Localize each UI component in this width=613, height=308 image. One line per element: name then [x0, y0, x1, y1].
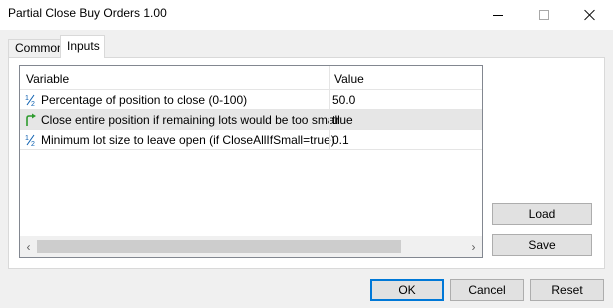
fraction-half-icon: 1 2: [24, 132, 38, 148]
column-divider[interactable]: [329, 66, 330, 90]
reset-button[interactable]: Reset: [530, 279, 604, 301]
load-button[interactable]: Load: [492, 203, 592, 225]
window-title: Partial Close Buy Orders 1.00: [8, 6, 167, 20]
tab-common[interactable]: Common: [8, 39, 64, 57]
row-variable-name: Close entire position if remaining lots …: [41, 113, 340, 127]
row-divider: [329, 90, 330, 110]
row-value[interactable]: 0.1: [332, 133, 349, 147]
svg-text:1: 1: [25, 95, 29, 102]
inputs-grid: Variable Value 1 2 Percentage of positio…: [19, 65, 483, 258]
tab-inputs[interactable]: Inputs: [60, 35, 105, 58]
table-row[interactable]: Close entire position if remaining lots …: [20, 110, 482, 130]
minimize-icon: [493, 14, 503, 16]
svg-text:2: 2: [31, 101, 35, 107]
close-icon: [584, 9, 596, 21]
row-divider: [329, 130, 330, 150]
column-header-value[interactable]: Value: [334, 72, 364, 86]
title-bar: Partial Close Buy Orders 1.00: [0, 0, 613, 30]
save-button[interactable]: Save: [492, 234, 592, 256]
ok-button[interactable]: OK: [370, 279, 444, 301]
scrollbar-thumb[interactable]: [37, 240, 401, 253]
horizontal-scrollbar[interactable]: ‹ ›: [20, 236, 482, 257]
column-header-variable[interactable]: Variable: [26, 72, 69, 86]
grid-header: Variable Value: [20, 66, 482, 90]
row-value[interactable]: true: [332, 113, 353, 127]
row-value[interactable]: 50.0: [332, 93, 355, 107]
scroll-left-icon[interactable]: ‹: [20, 236, 37, 257]
green-arrow-icon: [24, 112, 38, 128]
close-button[interactable]: [567, 0, 613, 30]
table-row[interactable]: 1 2 Minimum lot size to leave open (if C…: [20, 130, 482, 150]
row-divider: [329, 110, 330, 130]
fraction-half-icon: 1 2: [24, 92, 38, 108]
maximize-button[interactable]: [521, 0, 567, 30]
scroll-right-icon[interactable]: ›: [465, 236, 482, 257]
row-variable-name: Minimum lot size to leave open (if Close…: [41, 133, 335, 147]
row-variable-name: Percentage of position to close (0-100): [41, 93, 248, 107]
minimize-button[interactable]: [475, 0, 521, 30]
table-row[interactable]: 1 2 Percentage of position to close (0-1…: [20, 90, 482, 110]
svg-text:2: 2: [31, 141, 35, 147]
maximize-icon: [539, 10, 549, 20]
svg-text:1: 1: [25, 135, 29, 142]
cancel-button[interactable]: Cancel: [450, 279, 524, 301]
